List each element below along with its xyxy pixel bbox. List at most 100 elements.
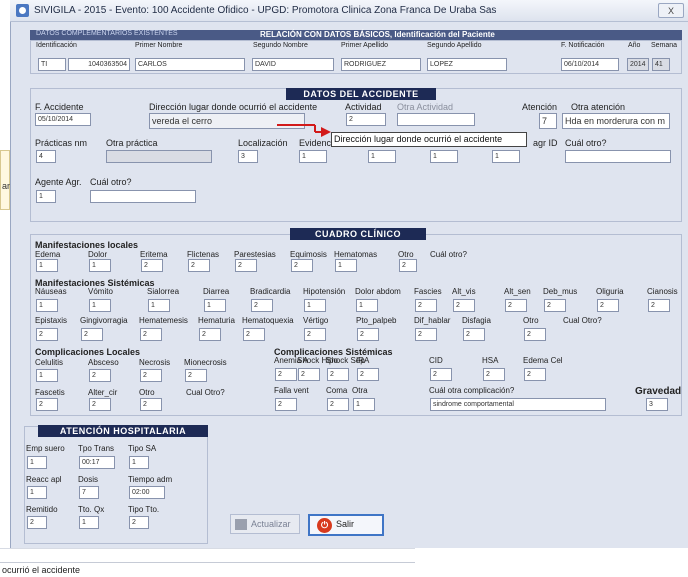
activity-field[interactable]: 2 <box>346 113 386 126</box>
systemic-a-field-6[interactable]: 1 <box>356 299 378 312</box>
hosp-field-2[interactable]: 1 <box>129 456 149 469</box>
systemic-complication-b-field-0[interactable]: 2 <box>275 398 297 411</box>
systemic-b-label-1: Gingivorragia <box>80 316 128 325</box>
notification-date-field[interactable]: 06/10/2014 <box>561 58 619 71</box>
systemic-b-field-8[interactable]: 2 <box>463 328 485 341</box>
systemic-b-field-9[interactable]: 2 <box>524 328 546 341</box>
systemic-a-label-9: Alt_sen <box>504 287 531 296</box>
local-complication-b-field-2[interactable]: 2 <box>140 398 162 411</box>
systemic-complication-a-field-2[interactable]: 2 <box>327 368 349 381</box>
systemic-a-field-5[interactable]: 1 <box>304 299 326 312</box>
first-surname-field[interactable]: RODRIGUEZ <box>341 58 421 71</box>
practices-field[interactable]: 4 <box>36 150 56 163</box>
other-agr-field[interactable] <box>565 150 671 163</box>
systemic-a-field-12[interactable]: 2 <box>648 299 670 312</box>
systemic-a-field-9[interactable]: 2 <box>505 299 527 312</box>
hosp-field-4[interactable]: 7 <box>79 486 99 499</box>
header-band: DATOS COMPLEMENTARIOS EXISTENTES RELACIÓ… <box>30 30 682 40</box>
hosp-label-4: Dosis <box>78 475 99 484</box>
hosp-field-8[interactable]: 2 <box>129 516 149 529</box>
systemic-a-field-4[interactable]: 2 <box>251 299 273 312</box>
location-field[interactable]: 3 <box>238 150 258 163</box>
actualizar-button[interactable]: Actualizar <box>230 514 300 534</box>
accident-date-field[interactable]: 05/10/2014 <box>35 113 91 126</box>
systemic-a-label-8: Alt_vis <box>452 287 476 296</box>
local-manifestation-field-7[interactable]: 2 <box>399 259 417 272</box>
local-manifestation-field-0[interactable]: 1 <box>36 259 58 272</box>
second-name-field[interactable]: DAVID <box>252 58 334 71</box>
label-fecha-notificacion: F. Notificación <box>561 42 605 49</box>
systemic-b-field-1[interactable]: 2 <box>81 328 103 341</box>
systemic-complication-b-label-1: Coma <box>326 386 348 395</box>
systemic-a-field-1[interactable]: 1 <box>89 299 111 312</box>
other-agent-field[interactable] <box>90 190 196 203</box>
systemic-a-field-2[interactable]: 1 <box>148 299 170 312</box>
systemic-b-field-3[interactable]: 2 <box>199 328 221 341</box>
hosp-field-1[interactable]: 00:17 <box>79 456 115 469</box>
local-manifestation-field-1[interactable]: 1 <box>89 259 111 272</box>
systemic-a-field-7[interactable]: 2 <box>415 299 437 312</box>
second-surname-field[interactable]: LOPEZ <box>427 58 507 71</box>
evidence-field[interactable]: 1 <box>299 150 327 163</box>
label-cual-otro-agente: Cuál otro? <box>90 177 132 187</box>
hosp-label-2: Tipo SA <box>128 444 157 453</box>
local-complication-a-field-3[interactable]: 2 <box>185 369 207 382</box>
hosp-field-0[interactable]: 1 <box>27 456 47 469</box>
salir-button[interactable]: ⏻ Salir <box>308 514 384 536</box>
first-name-field[interactable]: CARLOS <box>135 58 245 71</box>
local-complication-b-field-0[interactable]: 2 <box>36 398 58 411</box>
local-manifestation-field-4[interactable]: 2 <box>235 259 257 272</box>
week-field[interactable]: 41 <box>652 58 670 71</box>
systemic-complication-a-field-1[interactable]: 2 <box>298 368 320 381</box>
systemic-b-field-5[interactable]: 2 <box>304 328 326 341</box>
systemic-a-field-8[interactable]: 2 <box>453 299 475 312</box>
local-complication-a-field-2[interactable]: 2 <box>140 369 162 382</box>
systemic-complication-b-field-1[interactable]: 2 <box>327 398 349 411</box>
systemic-complication-b-field-2[interactable]: 1 <box>353 398 375 411</box>
other-activity-field[interactable] <box>397 113 475 126</box>
local-manifestation-label-2: Eritema <box>140 250 168 259</box>
systemic-a-field-10[interactable]: 2 <box>544 299 566 312</box>
systemic-a-field-3[interactable]: 1 <box>204 299 226 312</box>
systemic-b-field-2[interactable]: 2 <box>140 328 162 341</box>
agent-field[interactable]: 1 <box>36 190 56 203</box>
local-manifestation-field-3[interactable]: 2 <box>188 259 210 272</box>
local-complication-a-field-0[interactable]: 1 <box>36 369 58 382</box>
hosp-field-6[interactable]: 2 <box>27 516 47 529</box>
systemic-complication-b-field-3[interactable]: sindrome comportamental <box>430 398 606 411</box>
systemic-a-field-11[interactable]: 2 <box>597 299 619 312</box>
local-manifestation-field-5[interactable]: 2 <box>291 259 313 272</box>
attention-field[interactable]: 7 <box>539 113 557 129</box>
field-v1[interactable]: 1 <box>368 150 396 163</box>
year-field[interactable]: 2014 <box>627 58 649 71</box>
field-v2[interactable]: 1 <box>430 150 458 163</box>
systemic-complication-a-field-4[interactable]: 2 <box>430 368 452 381</box>
systemic-b-field-4[interactable]: 2 <box>243 328 265 341</box>
local-complication-a-field-1[interactable]: 2 <box>89 369 111 382</box>
field-v3[interactable]: 1 <box>492 150 520 163</box>
systemic-complication-a-field-6[interactable]: 2 <box>524 368 546 381</box>
systemic-complication-a-field-0[interactable]: 2 <box>275 368 297 381</box>
id-number-field[interactable]: 1040363504 <box>68 58 130 71</box>
systemic-b-field-0[interactable]: 2 <box>36 328 58 341</box>
hosp-label-1: Tpo Trans <box>78 444 115 453</box>
local-manifestation-label-8: Cuál otro? <box>430 250 467 259</box>
local-complication-b-field-1[interactable]: 2 <box>89 398 111 411</box>
local-manifestation-field-2[interactable]: 2 <box>141 259 163 272</box>
systemic-complication-a-field-5[interactable]: 2 <box>483 368 505 381</box>
other-attention-field[interactable]: Hda en morderura con m <box>562 113 670 129</box>
local-manifestation-field-6[interactable]: 1 <box>335 259 357 272</box>
systemic-complication-a-field-3[interactable]: 2 <box>357 368 379 381</box>
app-icon <box>16 4 29 17</box>
gravedad-field[interactable]: 3 <box>646 398 668 411</box>
systemic-a-field-0[interactable]: 1 <box>36 299 58 312</box>
close-button[interactable]: X <box>658 3 684 18</box>
label-segundo-apellido: Segundo Apellido <box>427 42 482 49</box>
systemic-b-field-7[interactable]: 2 <box>415 328 437 341</box>
hosp-field-5[interactable]: 02:00 <box>129 486 165 499</box>
other-practice-field[interactable] <box>106 150 212 163</box>
hosp-field-7[interactable]: 1 <box>79 516 99 529</box>
hosp-field-3[interactable]: 1 <box>27 486 47 499</box>
id-type-field[interactable]: TI <box>38 58 66 71</box>
systemic-b-field-6[interactable]: 2 <box>357 328 379 341</box>
